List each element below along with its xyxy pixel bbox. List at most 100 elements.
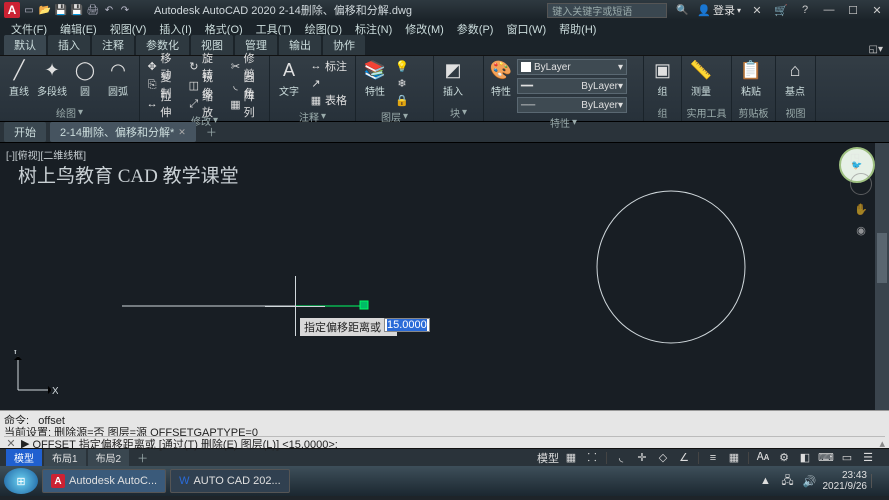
menu-modify[interactable]: 修改(M)	[400, 21, 449, 37]
viewcube[interactable]: ◳	[841, 147, 869, 167]
maximize-button[interactable]: ☐	[845, 3, 861, 17]
insert-block-button[interactable]: ◩插入	[438, 58, 468, 98]
tray-volume-icon[interactable]: 🔊	[801, 474, 819, 488]
ribbon-tab-output[interactable]: 输出	[279, 35, 321, 55]
leader-button[interactable]: ↗	[307, 75, 349, 91]
ribbon-min-icon[interactable]: ◱▾	[869, 44, 883, 55]
isodraft-icon[interactable]: ◧	[796, 451, 814, 465]
ribbon-tab-default[interactable]: 默认	[4, 35, 46, 55]
ribbon-tab-insert[interactable]: 插入	[48, 35, 90, 55]
qat-undo-icon[interactable]: ↶	[102, 3, 116, 17]
array-button[interactable]: ▦阵列	[227, 96, 265, 112]
chevron-down-icon[interactable]: ▾	[78, 107, 83, 118]
login-button[interactable]: 👤登录▾	[697, 2, 741, 18]
taskbar-app-autocad[interactable]: AAutodesk AutoC...	[42, 469, 166, 493]
dim-button[interactable]: ↔标注	[307, 58, 349, 74]
otrack-icon[interactable]: ∠	[675, 451, 693, 465]
dynamic-input[interactable]: 15.0000	[384, 318, 430, 332]
vertical-scrollbar[interactable]	[875, 143, 889, 410]
qat-save-icon[interactable]: 💾	[54, 3, 68, 17]
command-window[interactable]: 命令: _offset 当前设置: 删除源=否 图层=源 OFFSETGAPTY…	[0, 410, 889, 448]
exchange-icon[interactable]: ✕	[749, 3, 765, 17]
lineweight-combo[interactable]: ━━ByLayer▾	[517, 78, 627, 94]
arc-button[interactable]: ◠圆弧	[103, 58, 133, 98]
measure-button[interactable]: 📏测量	[686, 58, 716, 98]
polyline-button[interactable]: ✦多段线	[37, 58, 67, 98]
app-logo[interactable]: A	[4, 2, 20, 18]
paste-button[interactable]: 📋粘贴	[736, 58, 766, 98]
menu-window[interactable]: 窗口(W)	[501, 21, 551, 37]
qat-redo-icon[interactable]: ↷	[118, 3, 132, 17]
scale-button[interactable]: ⤢缩放	[186, 96, 224, 112]
start-button[interactable]: ⊞	[4, 468, 38, 494]
taskbar-app-word[interactable]: WAUTO CAD 202...	[170, 469, 290, 493]
ortho-icon[interactable]: ◟	[612, 451, 630, 465]
cleanscreen-icon[interactable]: ▭	[838, 451, 856, 465]
layer-freeze-button[interactable]: ❄	[393, 75, 411, 91]
circle-button[interactable]: ◯圆	[70, 58, 100, 98]
add-layout-button[interactable]: ＋	[131, 450, 154, 466]
chevron-down-icon[interactable]: ▾	[403, 111, 408, 122]
lwdisplay-icon[interactable]: ≡	[704, 451, 722, 465]
search-icon[interactable]: 🔍	[675, 3, 689, 17]
chevron-down-icon[interactable]: ▾	[572, 117, 577, 128]
clock[interactable]: 23:43 2021/9/26	[823, 470, 868, 492]
table-button[interactable]: ▦表格	[307, 92, 349, 108]
help-icon[interactable]: ?	[797, 3, 813, 17]
qat-new-icon[interactable]: ▭	[22, 3, 36, 17]
file-tab-start[interactable]: 开始	[4, 122, 46, 142]
linetype-combo[interactable]: ──ByLayer▾	[517, 97, 627, 113]
tray-network-icon[interactable]: 🖧	[779, 474, 797, 488]
minimize-button[interactable]: —	[821, 3, 837, 17]
text-button[interactable]: A文字	[274, 58, 304, 98]
workspace-icon[interactable]: ⚙	[775, 451, 793, 465]
menu-help[interactable]: 帮助(H)	[554, 21, 601, 37]
stretch-button[interactable]: ↔拉伸	[144, 96, 182, 112]
help-search-input[interactable]: 键入关键字或短语	[547, 3, 667, 18]
add-tab-button[interactable]: ＋	[200, 124, 223, 140]
nav-bar[interactable]: ✋ ◉	[849, 173, 873, 237]
layer-lock-button[interactable]: 🔒	[393, 92, 411, 108]
grid-icon[interactable]: ▦	[562, 451, 580, 465]
osnap-icon[interactable]: ◇	[654, 451, 672, 465]
line-button[interactable]: ╱直线	[4, 58, 34, 98]
cart-icon[interactable]: 🛒	[773, 3, 789, 17]
cmd-expand-icon[interactable]: ▴	[879, 437, 885, 450]
layout-tab-1[interactable]: 布局1	[44, 449, 86, 466]
qat-saveas-icon[interactable]: 💾	[70, 3, 84, 17]
tray-icon[interactable]: ▲	[757, 474, 775, 488]
file-tab-doc[interactable]: 2-14删除、偏移和分解*✕	[50, 122, 196, 142]
basepoint-button[interactable]: ⌂基点	[780, 58, 810, 98]
close-button[interactable]: ✕	[869, 3, 885, 17]
annoscale-icon[interactable]: 🗛	[754, 451, 772, 465]
props-button[interactable]: 🎨特性	[488, 58, 514, 98]
layout-tab-2[interactable]: 布局2	[88, 449, 130, 466]
menu-param[interactable]: 参数(P)	[452, 21, 499, 37]
layer-props-button[interactable]: 📚特性	[360, 58, 390, 98]
orbit-icon[interactable]: ◉	[856, 224, 866, 237]
layer-iso-button[interactable]: 💡	[393, 58, 411, 74]
chevron-down-icon[interactable]: ▾	[462, 107, 467, 118]
hardware-icon[interactable]: ⌨	[817, 451, 835, 465]
status-mode[interactable]: 模型	[537, 451, 559, 465]
array-icon: ▦	[229, 97, 241, 111]
color-combo[interactable]: ByLayer▾	[517, 59, 627, 75]
group-button[interactable]: ▣组	[648, 58, 677, 98]
show-desktop-button[interactable]	[871, 474, 879, 488]
ucs-icon[interactable]: YX	[12, 350, 58, 396]
layout-tab-model[interactable]: 模型	[6, 449, 42, 466]
pan-icon[interactable]: ✋	[854, 203, 868, 216]
viewport[interactable]: [-][俯视][二维线框] 树上鸟教育 CAD 教学课堂 🐦 指定偏移距离或◧ …	[0, 142, 889, 410]
polar-icon[interactable]: ✛	[633, 451, 651, 465]
customize-icon[interactable]: ☰	[859, 451, 877, 465]
snap-icon[interactable]: ⸬	[583, 451, 601, 465]
close-tab-icon[interactable]: ✕	[178, 127, 186, 138]
ribbon-tab-annotate[interactable]: 注释	[92, 35, 134, 55]
ribbon-tabs: 默认 插入 注释 参数化 视图 管理 输出 协作 ◱▾	[0, 38, 889, 56]
transparency-icon[interactable]: ▦	[725, 451, 743, 465]
nav-wheel-icon[interactable]	[850, 173, 872, 195]
chevron-down-icon[interactable]: ▾	[321, 111, 326, 122]
qat-plot-icon[interactable]: 🖨	[86, 3, 100, 17]
qat-open-icon[interactable]: 📂	[38, 3, 52, 17]
ribbon-tab-collab[interactable]: 协作	[323, 35, 365, 55]
